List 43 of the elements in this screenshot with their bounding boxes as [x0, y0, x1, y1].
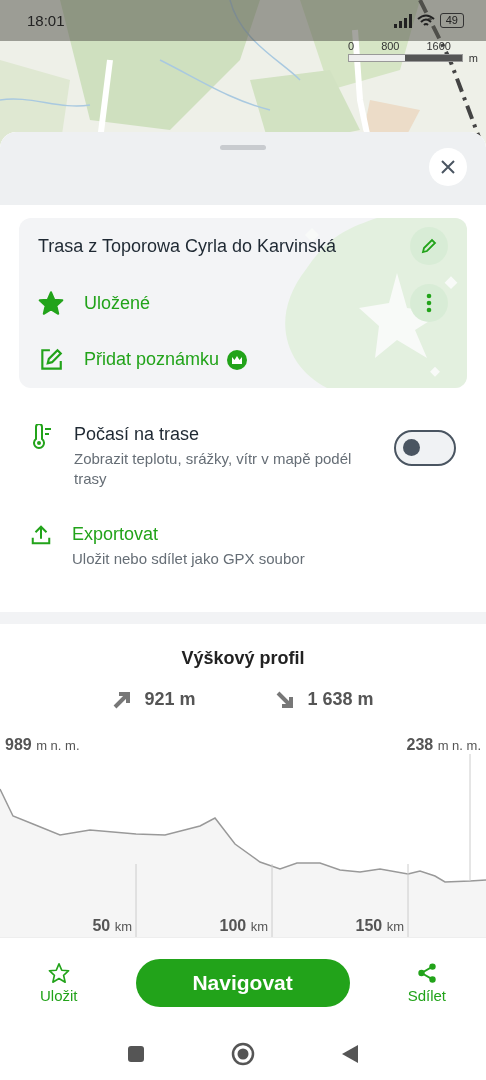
upload-icon: [30, 524, 52, 546]
export-link[interactable]: Exportovat: [72, 524, 456, 545]
crown-badge-icon: [227, 349, 248, 370]
scale-label: 0: [348, 40, 355, 52]
distance-tick: 150 km: [355, 917, 404, 935]
weather-toggle[interactable]: [394, 430, 456, 466]
option-title: Počasí na trase: [74, 424, 201, 445]
recents-icon[interactable]: [127, 1045, 145, 1063]
distance-tick: 100 km: [219, 917, 268, 935]
wifi-icon: [416, 13, 435, 28]
more-icon: [426, 293, 432, 313]
pencil-icon: [420, 237, 438, 256]
ascent-arrow-icon: [112, 689, 133, 710]
add-note-link[interactable]: Přidat poznámku: [84, 349, 220, 371]
descent-arrow-icon: [275, 689, 296, 710]
battery-level: 49: [439, 13, 464, 28]
option-description: Zobrazit teplotu, srážky, vítr v mapě podél trasy: [74, 449, 353, 489]
close-icon: [440, 159, 456, 175]
distance-tick: 50 km: [92, 917, 132, 935]
saved-label[interactable]: Uložené: [84, 292, 151, 314]
home-icon[interactable]: [231, 1042, 255, 1066]
status-time: 18:01: [27, 12, 66, 29]
ascent-value: 921 m: [144, 689, 196, 710]
end-elevation: 238 m n. m.: [406, 736, 481, 754]
scale-unit: m: [468, 52, 478, 64]
share-button[interactable]: Sdílet: [407, 962, 446, 1004]
option-description: Uložit nebo sdílet jako GPX soubor: [72, 549, 306, 569]
star-icon: [47, 962, 70, 984]
drag-handle[interactable]: [220, 145, 266, 150]
note-edit-icon: [38, 346, 64, 373]
signal-icon: [393, 13, 412, 28]
share-icon: [415, 962, 438, 984]
section-title: Výškový profil: [180, 648, 306, 669]
route-title: Trasa z Toporowa Cyrla do Karvinská: [38, 235, 338, 257]
thermometer-icon: [30, 424, 54, 450]
navigate-button[interactable]: Navigovat: [135, 959, 350, 1007]
back-icon[interactable]: [341, 1044, 359, 1064]
start-elevation: 989 m n. m.: [5, 736, 80, 754]
scale-label: 1600: [426, 40, 451, 52]
scale-label: 800: [381, 40, 400, 52]
save-button[interactable]: Uložit: [40, 962, 78, 1004]
close-button[interactable]: [429, 148, 467, 186]
descent-value: 1 638 m: [307, 689, 374, 710]
